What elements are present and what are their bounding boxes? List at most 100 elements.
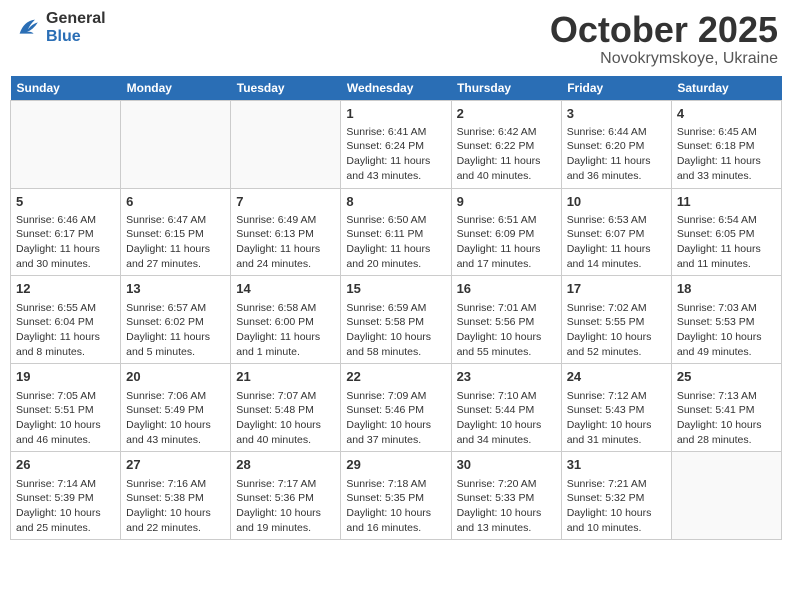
sunrise-text: Sunrise: 7:17 AM: [236, 477, 335, 492]
daylight-text: Daylight: 11 hours and 5 minutes.: [126, 330, 225, 359]
daylight-text: Daylight: 10 hours and 34 minutes.: [457, 418, 556, 447]
header-friday: Friday: [561, 76, 671, 101]
sunset-text: Sunset: 5:35 PM: [346, 491, 445, 506]
day-info: Sunrise: 7:18 AM Sunset: 5:35 PM Dayligh…: [346, 477, 445, 536]
calendar-cell: 19 Sunrise: 7:05 AM Sunset: 5:51 PM Dayl…: [11, 364, 121, 452]
sunset-text: Sunset: 6:13 PM: [236, 227, 335, 242]
daylight-text: Daylight: 10 hours and 40 minutes.: [236, 418, 335, 447]
day-info: Sunrise: 6:49 AM Sunset: 6:13 PM Dayligh…: [236, 213, 335, 272]
calendar-cell: 8 Sunrise: 6:50 AM Sunset: 6:11 PM Dayli…: [341, 188, 451, 276]
day-number: 19: [16, 368, 115, 386]
day-number: 23: [457, 368, 556, 386]
sunset-text: Sunset: 5:39 PM: [16, 491, 115, 506]
sunrise-text: Sunrise: 7:03 AM: [677, 301, 776, 316]
day-number: 21: [236, 368, 335, 386]
day-info: Sunrise: 6:47 AM Sunset: 6:15 PM Dayligh…: [126, 213, 225, 272]
calendar-cell: 9 Sunrise: 6:51 AM Sunset: 6:09 PM Dayli…: [451, 188, 561, 276]
sunset-text: Sunset: 5:58 PM: [346, 315, 445, 330]
sunrise-text: Sunrise: 6:54 AM: [677, 213, 776, 228]
day-number: 3: [567, 105, 666, 123]
daylight-text: Daylight: 11 hours and 20 minutes.: [346, 242, 445, 271]
calendar-cell: 12 Sunrise: 6:55 AM Sunset: 6:04 PM Dayl…: [11, 276, 121, 364]
day-number: 27: [126, 456, 225, 474]
sunset-text: Sunset: 5:32 PM: [567, 491, 666, 506]
calendar-cell: 17 Sunrise: 7:02 AM Sunset: 5:55 PM Dayl…: [561, 276, 671, 364]
calendar-cell: 11 Sunrise: 6:54 AM Sunset: 6:05 PM Dayl…: [671, 188, 781, 276]
daylight-text: Daylight: 11 hours and 27 minutes.: [126, 242, 225, 271]
daylight-text: Daylight: 11 hours and 14 minutes.: [567, 242, 666, 271]
day-info: Sunrise: 6:42 AM Sunset: 6:22 PM Dayligh…: [457, 125, 556, 184]
day-number: 25: [677, 368, 776, 386]
day-info: Sunrise: 6:46 AM Sunset: 6:17 PM Dayligh…: [16, 213, 115, 272]
sunset-text: Sunset: 5:38 PM: [126, 491, 225, 506]
day-info: Sunrise: 7:10 AM Sunset: 5:44 PM Dayligh…: [457, 389, 556, 448]
sunrise-text: Sunrise: 6:57 AM: [126, 301, 225, 316]
sunrise-text: Sunrise: 6:53 AM: [567, 213, 666, 228]
title-block: October 2025 Novokrymskoye, Ukraine: [550, 10, 778, 68]
day-number: 12: [16, 280, 115, 298]
daylight-text: Daylight: 11 hours and 43 minutes.: [346, 154, 445, 183]
calendar-table: Sunday Monday Tuesday Wednesday Thursday…: [10, 76, 782, 541]
sunrise-text: Sunrise: 6:58 AM: [236, 301, 335, 316]
calendar-cell: 7 Sunrise: 6:49 AM Sunset: 6:13 PM Dayli…: [231, 188, 341, 276]
sunset-text: Sunset: 6:17 PM: [16, 227, 115, 242]
day-info: Sunrise: 7:01 AM Sunset: 5:56 PM Dayligh…: [457, 301, 556, 360]
day-number: 9: [457, 193, 556, 211]
daylight-text: Daylight: 10 hours and 13 minutes.: [457, 506, 556, 535]
day-info: Sunrise: 6:59 AM Sunset: 5:58 PM Dayligh…: [346, 301, 445, 360]
day-info: Sunrise: 7:05 AM Sunset: 5:51 PM Dayligh…: [16, 389, 115, 448]
day-number: 10: [567, 193, 666, 211]
sunrise-text: Sunrise: 7:02 AM: [567, 301, 666, 316]
calendar-cell: 15 Sunrise: 6:59 AM Sunset: 5:58 PM Dayl…: [341, 276, 451, 364]
page-header: General Blue October 2025 Novokrymskoye,…: [10, 10, 782, 68]
calendar-cell: 23 Sunrise: 7:10 AM Sunset: 5:44 PM Dayl…: [451, 364, 561, 452]
day-info: Sunrise: 6:55 AM Sunset: 6:04 PM Dayligh…: [16, 301, 115, 360]
day-info: Sunrise: 7:21 AM Sunset: 5:32 PM Dayligh…: [567, 477, 666, 536]
daylight-text: Daylight: 10 hours and 25 minutes.: [16, 506, 115, 535]
day-number: 17: [567, 280, 666, 298]
day-info: Sunrise: 6:44 AM Sunset: 6:20 PM Dayligh…: [567, 125, 666, 184]
calendar-cell: [11, 100, 121, 188]
header-sunday: Sunday: [11, 76, 121, 101]
day-info: Sunrise: 7:06 AM Sunset: 5:49 PM Dayligh…: [126, 389, 225, 448]
header-thursday: Thursday: [451, 76, 561, 101]
daylight-text: Daylight: 10 hours and 58 minutes.: [346, 330, 445, 359]
logo-text: General Blue: [46, 10, 106, 45]
sunset-text: Sunset: 6:02 PM: [126, 315, 225, 330]
calendar-week-2: 12 Sunrise: 6:55 AM Sunset: 6:04 PM Dayl…: [11, 276, 782, 364]
daylight-text: Daylight: 10 hours and 37 minutes.: [346, 418, 445, 447]
location: Novokrymskoye, Ukraine: [550, 50, 778, 68]
logo: General Blue: [14, 10, 106, 45]
day-number: 20: [126, 368, 225, 386]
day-info: Sunrise: 7:12 AM Sunset: 5:43 PM Dayligh…: [567, 389, 666, 448]
sunrise-text: Sunrise: 7:07 AM: [236, 389, 335, 404]
sunset-text: Sunset: 6:00 PM: [236, 315, 335, 330]
month-title: October 2025: [550, 10, 778, 50]
day-number: 4: [677, 105, 776, 123]
sunset-text: Sunset: 6:05 PM: [677, 227, 776, 242]
calendar-cell: 14 Sunrise: 6:58 AM Sunset: 6:00 PM Dayl…: [231, 276, 341, 364]
daylight-text: Daylight: 11 hours and 33 minutes.: [677, 154, 776, 183]
sunset-text: Sunset: 6:11 PM: [346, 227, 445, 242]
day-info: Sunrise: 7:17 AM Sunset: 5:36 PM Dayligh…: [236, 477, 335, 536]
sunrise-text: Sunrise: 7:21 AM: [567, 477, 666, 492]
calendar-cell: [121, 100, 231, 188]
day-info: Sunrise: 7:02 AM Sunset: 5:55 PM Dayligh…: [567, 301, 666, 360]
sunset-text: Sunset: 5:43 PM: [567, 403, 666, 418]
logo-blue: Blue: [46, 28, 81, 45]
sunset-text: Sunset: 5:55 PM: [567, 315, 666, 330]
sunset-text: Sunset: 5:48 PM: [236, 403, 335, 418]
calendar-cell: 4 Sunrise: 6:45 AM Sunset: 6:18 PM Dayli…: [671, 100, 781, 188]
day-info: Sunrise: 7:03 AM Sunset: 5:53 PM Dayligh…: [677, 301, 776, 360]
sunrise-text: Sunrise: 6:46 AM: [16, 213, 115, 228]
sunset-text: Sunset: 5:49 PM: [126, 403, 225, 418]
day-info: Sunrise: 6:45 AM Sunset: 6:18 PM Dayligh…: [677, 125, 776, 184]
day-info: Sunrise: 7:14 AM Sunset: 5:39 PM Dayligh…: [16, 477, 115, 536]
calendar-cell: 13 Sunrise: 6:57 AM Sunset: 6:02 PM Dayl…: [121, 276, 231, 364]
calendar-cell: 10 Sunrise: 6:53 AM Sunset: 6:07 PM Dayl…: [561, 188, 671, 276]
calendar-cell: 21 Sunrise: 7:07 AM Sunset: 5:48 PM Dayl…: [231, 364, 341, 452]
day-number: 26: [16, 456, 115, 474]
sunrise-text: Sunrise: 6:59 AM: [346, 301, 445, 316]
sunset-text: Sunset: 5:41 PM: [677, 403, 776, 418]
day-info: Sunrise: 6:53 AM Sunset: 6:07 PM Dayligh…: [567, 213, 666, 272]
